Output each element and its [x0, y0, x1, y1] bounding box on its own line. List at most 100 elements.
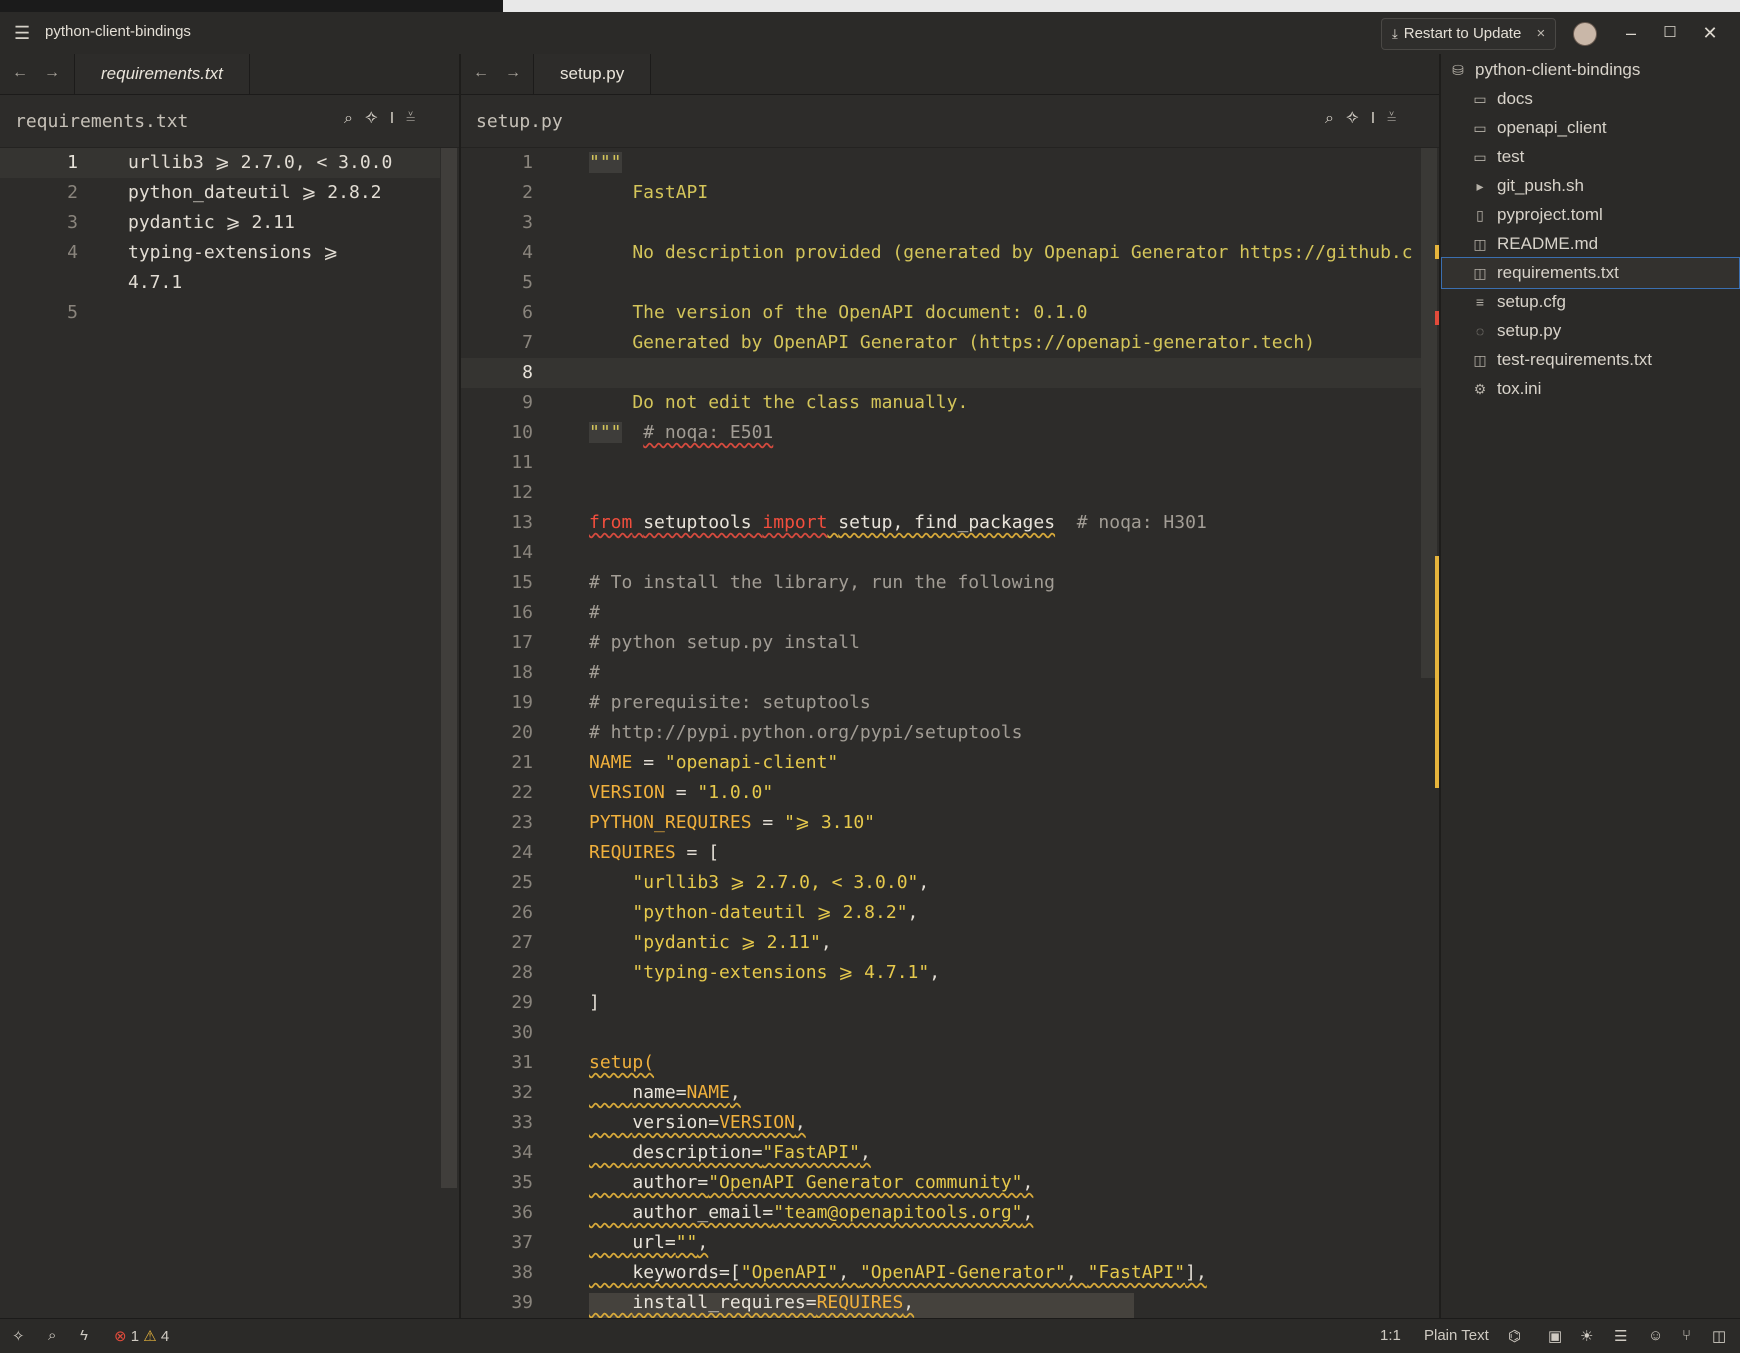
file-tree-item[interactable]: ▸ git_push.sh	[1441, 170, 1740, 202]
file-tree-item[interactable]: ▭ openapi_client	[1441, 112, 1740, 144]
cursor-position[interactable]: 1:1	[1380, 1327, 1401, 1344]
code-line-28: "typing-extensions ⩾ 4.7.1",	[632, 962, 941, 983]
cursor-icon[interactable]: I	[1371, 110, 1387, 127]
back-arrow-icon[interactable]: ←	[473, 64, 489, 82]
file-tree-item[interactable]: ▭ test	[1441, 141, 1740, 173]
line-number: 23	[511, 812, 533, 833]
left-editor[interactable]: 1 urllib3 ⩾ 2.7.0, < 3.0.0 2 python_dateuti…	[0, 148, 459, 1318]
file-tree-item[interactable]: ⚙ tox.ini	[1441, 373, 1740, 405]
file-tree-item[interactable]: ▯ pyproject.toml	[1441, 199, 1740, 231]
code-line-36: author_email="team@openapitools.org",	[632, 1202, 1034, 1223]
code-line-2: FastAPI	[589, 182, 709, 203]
book-icon: ◫	[1473, 352, 1487, 368]
line-number: 3	[67, 212, 78, 233]
ai-assist-icon[interactable]: ✧	[365, 110, 390, 127]
line-number: 12	[511, 482, 533, 503]
outline-icon[interactable]: ☰	[1614, 1327, 1627, 1345]
book-icon: ◫	[1473, 236, 1487, 252]
language-selector[interactable]: Plain Text	[1424, 1327, 1489, 1344]
close-icon[interactable]: ✕	[1699, 22, 1721, 44]
code-line-26: "python-dateutil ⩾ 2.8.2",	[632, 902, 919, 923]
line-number: 6	[522, 302, 533, 323]
avatar[interactable]	[1573, 22, 1597, 46]
line-number: 36	[511, 1202, 533, 1223]
search-icon[interactable]: ⌕	[344, 110, 365, 127]
code-line-6: The version of the OpenAPI document: 0.1…	[589, 302, 1088, 323]
left-scrollbar[interactable]	[441, 148, 457, 1188]
line-text: python_dateutil ⩾ 2.8.2	[128, 182, 382, 203]
forward-arrow-icon[interactable]: →	[505, 64, 521, 82]
line-text: urllib3 ⩾ 2.7.0, < 3.0.0	[128, 152, 393, 173]
code-line-22: VERSION = "1.0.0"	[589, 782, 774, 803]
cursor-icon[interactable]: I	[390, 110, 406, 127]
search-icon[interactable]: ⌕	[48, 1327, 56, 1344]
code-line-27: "pydantic ⩾ 2.11",	[632, 932, 832, 953]
minimize-icon[interactable]: –	[1620, 22, 1642, 44]
line-number: 32	[511, 1082, 533, 1103]
settings-sliders-icon[interactable]: ≚	[1387, 110, 1408, 127]
file-tree-label: test-requirements.txt	[1497, 350, 1652, 369]
line-number: 22	[511, 782, 533, 803]
file-tree-label: test	[1497, 147, 1525, 166]
code-line-29: ]	[589, 992, 600, 1013]
line-number: 9	[522, 392, 533, 413]
line-number: 25	[511, 872, 533, 893]
right-editor[interactable]: 1 2 3 4 5 6 7 8 9 10 11 12 13 14 15 16 17 18 19 20 21 22 23 24 2…	[461, 148, 1439, 1318]
file-tree-label: setup.py	[1497, 321, 1562, 340]
forward-arrow-icon[interactable]: →	[44, 64, 60, 82]
code-line-33: version=VERSION,	[632, 1112, 806, 1133]
file-tree-item[interactable]: ◫ test-requirements.txt	[1441, 344, 1740, 376]
lightning-icon[interactable]: ϟ	[80, 1327, 88, 1344]
line-number: 39	[511, 1292, 533, 1313]
line-number: 18	[511, 662, 533, 683]
right-breadcrumb: setup.py ⌕✧I≚	[461, 95, 1439, 148]
line-number: 11	[511, 452, 533, 473]
assistant-icon[interactable]: ⌬	[1508, 1327, 1521, 1345]
code-line-31: setup(	[589, 1052, 655, 1073]
maximize-icon[interactable]: ☐	[1659, 22, 1681, 44]
restart-to-update-button[interactable]: ⤓ Restart to Update ×	[1381, 18, 1557, 50]
collab-icon[interactable]: ☺	[1648, 1327, 1663, 1344]
dismiss-update-icon[interactable]: ×	[1537, 19, 1546, 49]
search-icon[interactable]: ⌕	[1325, 110, 1346, 127]
file-tree-item[interactable]: ≡ setup.cfg	[1441, 286, 1740, 318]
back-arrow-icon[interactable]: ←	[12, 64, 28, 82]
diagnostics-button[interactable]: ⊗ 1 ⚠ 4	[114, 1327, 169, 1345]
code-line-34: description="FastAPI",	[632, 1142, 871, 1163]
line-number: 31	[511, 1052, 533, 1073]
line-number: 30	[511, 1022, 533, 1043]
book-icon: ◫	[1473, 265, 1487, 281]
file-tree-item[interactable]: ◌ setup.py	[1441, 315, 1740, 347]
line-number: 17	[511, 632, 533, 653]
download-icon: ⤓	[1392, 26, 1398, 41]
file-tree-label: setup.cfg	[1497, 292, 1566, 311]
tab-setup-py[interactable]: setup.py	[533, 54, 652, 94]
ai-icon[interactable]: ✧	[12, 1327, 25, 1345]
file-tree-item[interactable]: ▭ docs	[1441, 83, 1740, 115]
hamburger-menu-icon[interactable]: ☰	[14, 22, 36, 44]
project-title[interactable]: python-client-bindings	[45, 23, 191, 40]
warning-icon: ⚠	[143, 1328, 157, 1345]
line-number: 4	[67, 242, 78, 263]
terminal-icon[interactable]: ▣	[1548, 1327, 1562, 1345]
python-icon: ◌	[1475, 323, 1485, 339]
background-browser-window	[503, 0, 1740, 12]
code-line-13: from setuptools import setup, find_packa…	[589, 512, 1207, 533]
file-tree-item[interactable]: ◫ README.md	[1441, 228, 1740, 260]
code-line-19: # prerequisite: setuptools	[589, 692, 871, 713]
left-breadcrumb: requirements.txt ⌕✧I≚	[0, 95, 459, 148]
line-number: 21	[511, 752, 533, 773]
code-line-23: PYTHON_REQUIRES = "⩾ 3.10"	[589, 812, 876, 833]
file-tree-item[interactable]: ◫ requirements.txt	[1441, 257, 1740, 289]
project-panel: ⛁ python-client-bindings ▭ docs ▭ openapi_c…	[1441, 54, 1740, 1318]
line-number: 5	[67, 302, 78, 323]
line-number: 35	[511, 1172, 533, 1193]
panel-toggle-icon[interactable]: ◫	[1712, 1327, 1726, 1345]
settings-sliders-icon[interactable]: ≚	[406, 110, 427, 127]
ai-assist-icon[interactable]: ✧	[1346, 110, 1371, 127]
line-number: 2	[67, 182, 78, 203]
project-root[interactable]: ⛁ python-client-bindings	[1441, 54, 1740, 86]
tab-requirements-txt[interactable]: requirements.txt	[74, 54, 250, 94]
debug-icon[interactable]: ☀	[1580, 1327, 1593, 1345]
git-branch-icon[interactable]: ⑂	[1682, 1327, 1691, 1344]
